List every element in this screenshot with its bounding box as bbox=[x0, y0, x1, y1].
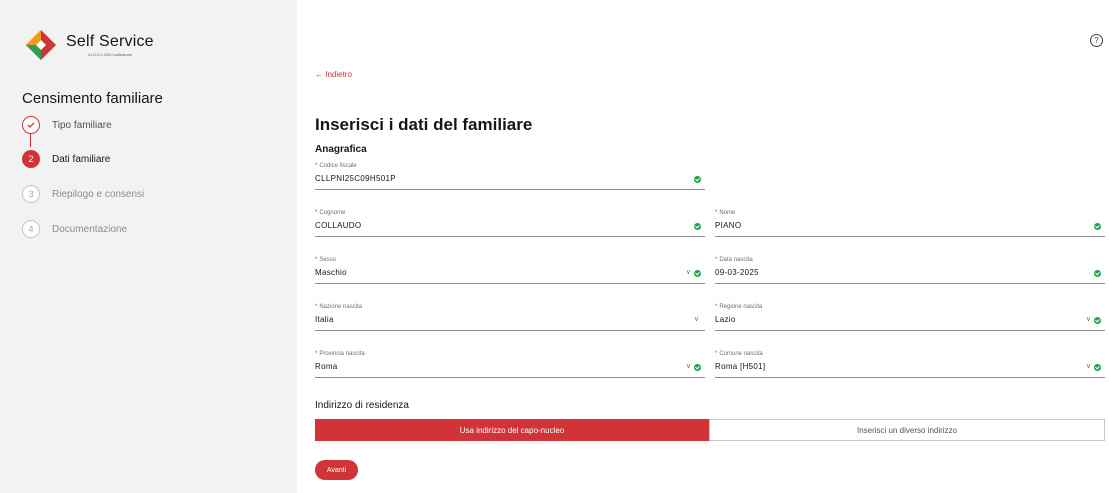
section-anagrafica: Anagrafica bbox=[315, 144, 367, 155]
valid-check-icon bbox=[694, 223, 701, 230]
logo-icon bbox=[24, 28, 58, 62]
step-dati-familiare[interactable]: 2 Dati familiare bbox=[22, 150, 110, 168]
sesso-select[interactable]: * Sesso Maschio ∨ bbox=[315, 257, 705, 284]
step-number: 3 bbox=[22, 185, 40, 203]
app-version: v1.0.2-1.233.0-milestone bbox=[88, 52, 133, 57]
chevron-down-icon[interactable]: ∨ bbox=[1086, 315, 1091, 323]
step-label: Documentazione bbox=[52, 223, 128, 235]
data-nascita-field[interactable]: * Data nascita 09-03-2025 bbox=[715, 257, 1105, 284]
nome-field[interactable]: * Nome PIANO bbox=[715, 210, 1105, 237]
field-value: Roma bbox=[315, 362, 338, 371]
sidebar: Self Service v1.0.2-1.233.0-milestone Ce… bbox=[0, 0, 297, 493]
step-number: 4 bbox=[22, 220, 40, 238]
valid-check-icon bbox=[694, 364, 701, 371]
other-address-button[interactable]: Inserisci un diverso indirizzo bbox=[709, 419, 1105, 441]
field-value: Lazio bbox=[715, 315, 736, 324]
field-value: COLLAUDO bbox=[315, 221, 362, 230]
field-value: Italia bbox=[315, 315, 334, 324]
use-head-address-button[interactable]: Usa indirizzo del capo-nucleo bbox=[315, 419, 709, 441]
step-label: Tipo familiare bbox=[52, 119, 112, 131]
field-value: 09-03-2025 bbox=[715, 268, 759, 277]
back-link[interactable]: ← Indietro bbox=[315, 70, 352, 79]
chevron-down-icon[interactable]: ∨ bbox=[1086, 362, 1091, 370]
step-connector bbox=[30, 133, 31, 147]
valid-check-icon bbox=[694, 176, 701, 183]
field-label: Regione nascita bbox=[719, 304, 763, 310]
field-label: Nazione nascita bbox=[319, 304, 363, 310]
step-documentazione[interactable]: 4 Documentazione bbox=[22, 220, 127, 238]
help-icon[interactable]: ? bbox=[1090, 34, 1103, 47]
page-title: Inserisci i dati del familiare bbox=[315, 115, 533, 134]
step-label: Dati familiare bbox=[52, 153, 111, 165]
field-value: Roma [H501] bbox=[715, 362, 766, 371]
valid-check-icon bbox=[1094, 270, 1101, 277]
provincia-nascita-select[interactable]: * Provincia nascita Roma ∨ bbox=[315, 351, 705, 378]
field-label: Comune nascita bbox=[719, 351, 763, 357]
next-button[interactable]: Avanti bbox=[315, 460, 358, 480]
field-value: CLLPNI25C09H501P bbox=[315, 174, 396, 183]
field-value: PIANO bbox=[715, 221, 742, 230]
step-riepilogo[interactable]: 3 Riepilogo e consensi bbox=[22, 185, 144, 203]
step-number: 2 bbox=[22, 150, 40, 168]
step-label: Riepilogo e consensi bbox=[52, 188, 145, 200]
app-title: Self Service bbox=[66, 33, 154, 50]
address-toggle: Usa indirizzo del capo-nucleo Inserisci … bbox=[315, 419, 1105, 441]
valid-check-icon bbox=[694, 270, 701, 277]
field-label: Provincia nascita bbox=[319, 351, 365, 357]
regione-nascita-select[interactable]: * Regione nascita Lazio ∨ bbox=[715, 304, 1105, 331]
field-label: Sesso bbox=[319, 257, 337, 263]
codice-fiscale-field[interactable]: * Codice fiscale CLLPNI25C09H501P bbox=[315, 163, 705, 190]
valid-check-icon bbox=[1094, 317, 1101, 324]
check-icon bbox=[22, 116, 40, 134]
wizard-title: Censimento familiare bbox=[22, 90, 163, 107]
brand-logo[interactable]: Self Service v1.0.2-1.233.0-milestone bbox=[24, 28, 154, 62]
cognome-field[interactable]: * Cognome COLLAUDO bbox=[315, 210, 705, 237]
valid-check-icon bbox=[1094, 364, 1101, 371]
chevron-down-icon[interactable]: ∨ bbox=[694, 315, 699, 323]
field-label: Nome bbox=[719, 210, 736, 216]
address-section-title: Indirizzo di residenza bbox=[315, 400, 409, 411]
chevron-down-icon[interactable]: ∨ bbox=[686, 362, 691, 370]
field-label: Cognome bbox=[319, 210, 346, 216]
field-value: Maschio bbox=[315, 268, 347, 277]
nazione-nascita-select[interactable]: * Nazione nascita Italia ∨ bbox=[315, 304, 705, 331]
field-label: Data nascita bbox=[719, 257, 753, 263]
field-label: Codice fiscale bbox=[319, 163, 357, 169]
chevron-down-icon[interactable]: ∨ bbox=[686, 268, 691, 276]
comune-nascita-select[interactable]: * Comune nascita Roma [H501] ∨ bbox=[715, 351, 1105, 378]
valid-check-icon bbox=[1094, 223, 1101, 230]
step-tipo-familiare[interactable]: Tipo familiare bbox=[22, 116, 112, 134]
